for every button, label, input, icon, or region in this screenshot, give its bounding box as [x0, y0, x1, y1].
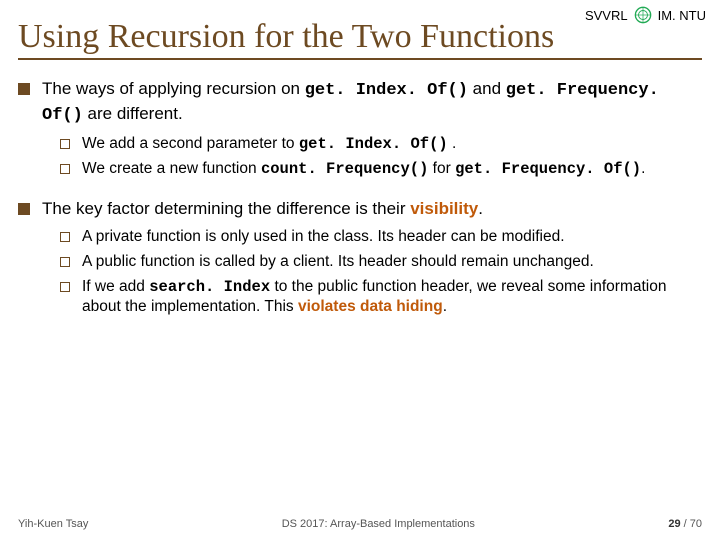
hollow-square-icon [60, 164, 70, 174]
org-right: IM. NTU [658, 8, 706, 23]
header-right: SVVRL IM. NTU [585, 6, 706, 24]
hollow-square-icon [60, 232, 70, 242]
square-bullet-icon [18, 83, 30, 95]
footer-author: Yih-Kuen Tsay [18, 518, 88, 530]
title-rule [18, 58, 702, 60]
footer-page: 29 / 70 [668, 518, 702, 530]
sub-1a: We add a second parameter to get. Index.… [60, 134, 702, 155]
bullet-1-subs: We add a second parameter to get. Index.… [60, 134, 702, 180]
sub-1b: We create a new function count. Frequenc… [60, 159, 702, 180]
sub-2c: If we add search. Index to the public fu… [60, 277, 702, 319]
bullet-2-text: The key factor determining the differenc… [42, 198, 702, 221]
bullet-2-subs: A private function is only used in the c… [60, 227, 702, 319]
bullet-1: The ways of applying recursion on get. I… [18, 78, 702, 128]
bullet-1-text: The ways of applying recursion on get. I… [42, 78, 702, 128]
hollow-square-icon [60, 139, 70, 149]
org-left: SVVRL [585, 8, 628, 23]
bullet-2: The key factor determining the differenc… [18, 198, 702, 221]
content: The ways of applying recursion on get. I… [18, 78, 702, 318]
hollow-square-icon [60, 282, 70, 292]
sub-2a: A private function is only used in the c… [60, 227, 702, 248]
square-bullet-icon [18, 203, 30, 215]
slide: SVVRL IM. NTU Using Recursion for the Tw… [0, 0, 720, 540]
seal-icon [634, 6, 652, 24]
footer: Yih-Kuen Tsay DS 2017: Array-Based Imple… [18, 518, 702, 530]
hollow-square-icon [60, 257, 70, 267]
footer-course: DS 2017: Array-Based Implementations [282, 518, 475, 530]
sub-2b: A public function is called by a client.… [60, 252, 702, 273]
